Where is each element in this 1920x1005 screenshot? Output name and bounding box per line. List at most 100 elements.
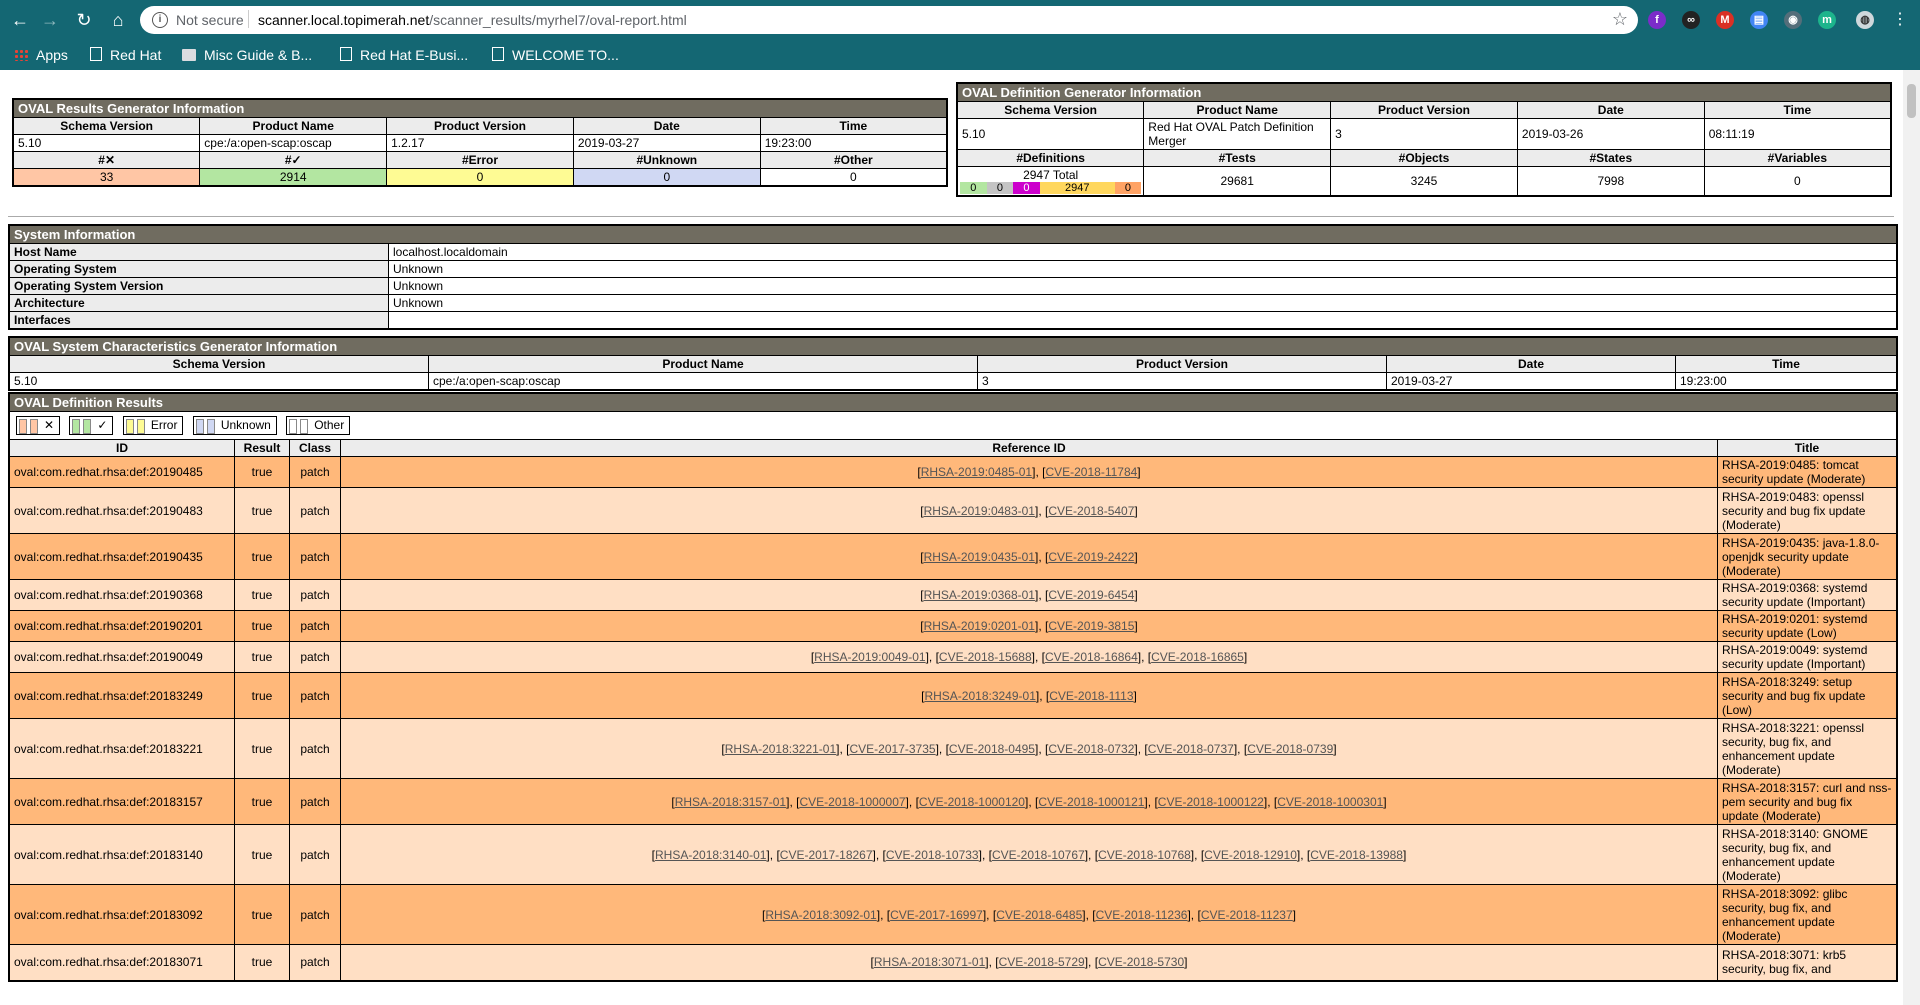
reference-link[interactable]: CVE-2019-6454: [1048, 588, 1134, 602]
defs-inventory: 0: [986, 182, 1014, 194]
reference-link[interactable]: CVE-2018-0737: [1148, 742, 1234, 756]
reference-link[interactable]: CVE-2018-1000301: [1277, 795, 1383, 809]
reference-link[interactable]: CVE-2019-3815: [1048, 619, 1134, 633]
reference-link[interactable]: RHSA-2019:0368-01: [924, 588, 1035, 602]
bookmark-star-icon[interactable]: ☆: [1612, 9, 1628, 30]
reference-link[interactable]: CVE-2017-18267: [780, 848, 873, 862]
definition-id: oval:com.redhat.rhsa:def:20183140: [8, 824, 235, 885]
reference-link[interactable]: CVE-2018-11237: [1201, 908, 1293, 922]
legend-error[interactable]: Error: [122, 416, 184, 435]
bookmark-red-hat[interactable]: Red Hat: [90, 45, 161, 65]
calendar-icon[interactable]: ▤: [1750, 11, 1768, 29]
bookmark-welcome[interactable]: WELCOME TO...: [492, 45, 619, 65]
reference-link[interactable]: CVE-2018-0739: [1247, 742, 1333, 756]
date: 2019-03-27: [572, 134, 761, 152]
reference-link[interactable]: CVE-2018-0495: [949, 742, 1035, 756]
reference-link[interactable]: CVE-2017-3735: [850, 742, 936, 756]
info-icon[interactable]: i: [152, 12, 168, 28]
legend-true[interactable]: ✓: [69, 416, 114, 435]
reference-link[interactable]: CVE-2018-16864: [1045, 650, 1138, 664]
legend-swatch: [72, 419, 81, 434]
forward-arrow-icon[interactable]: →: [38, 8, 62, 32]
reference-link[interactable]: CVE-2018-5729: [999, 955, 1085, 969]
bookmark-red-hat-ebusiness[interactable]: Red Hat E-Busi...: [340, 45, 468, 65]
reference-ids: [RHSA-2019:0485-01], [CVE-2018-11784]: [340, 456, 1718, 488]
back-arrow-icon[interactable]: ←: [8, 8, 32, 32]
defs-patch: 2947: [1039, 182, 1115, 194]
page-scrollbar[interactable]: [1903, 70, 1920, 1005]
reference-link[interactable]: CVE-2018-13988: [1310, 848, 1403, 862]
reference-link[interactable]: CVE-2018-1113: [1049, 689, 1133, 703]
definition-id: oval:com.redhat.rhsa:def:20183221: [8, 718, 235, 779]
reference-ids: [RHSA-2018:3140-01], [CVE-2017-18267], […: [340, 824, 1718, 885]
definition-title: RHSA-2019:0368: systemd security update …: [1717, 579, 1898, 611]
bookmark-label: Red Hat E-Busi...: [360, 47, 469, 63]
reference-link[interactable]: CVE-2018-1000122: [1158, 795, 1264, 809]
reference-link[interactable]: RHSA-2019:0201-01: [924, 619, 1035, 633]
firefox-sync-icon[interactable]: f: [1648, 11, 1666, 29]
reference-link[interactable]: CVE-2018-5730: [1098, 955, 1184, 969]
not-secure-label: Not secure: [176, 12, 244, 28]
time: 08:11:19: [1703, 118, 1892, 150]
reference-link[interactable]: CVE-2018-10767: [992, 848, 1085, 862]
reference-link[interactable]: CVE-2019-2422: [1048, 550, 1134, 564]
reference-link[interactable]: CVE-2018-1000120: [919, 795, 1025, 809]
reference-link[interactable]: RHSA-2019:0435-01: [924, 550, 1035, 564]
legend-unknown[interactable]: Unknown: [192, 416, 277, 435]
class-value: patch: [289, 610, 341, 642]
home-icon[interactable]: ⌂: [106, 8, 130, 32]
reference-link[interactable]: RHSA-2018:3221-01: [725, 742, 836, 756]
definition-title: RHSA-2018:3249: setup security and bug f…: [1717, 672, 1898, 719]
reference-link[interactable]: RHSA-2018:3249-01: [924, 689, 1035, 703]
reference-link[interactable]: CVE-2018-15688: [939, 650, 1032, 664]
column-header-title: Title: [1717, 439, 1898, 457]
reference-link[interactable]: RHSA-2018:3071-01: [874, 955, 985, 969]
reference-link[interactable]: RHSA-2019:0485-01: [921, 465, 1032, 479]
reference-link[interactable]: RHSA-2019:0483-01: [924, 504, 1035, 518]
pin-icon[interactable]: ◉: [1784, 11, 1802, 29]
bookmark-label: Apps: [36, 47, 68, 63]
reference-link[interactable]: CVE-2018-12910: [1204, 848, 1297, 862]
legend-false[interactable]: ✕: [16, 416, 61, 435]
objects-count: 3245: [1330, 166, 1518, 197]
gmail-icon[interactable]: M: [1716, 11, 1734, 29]
reload-icon[interactable]: ↻: [72, 8, 96, 32]
reference-link[interactable]: CVE-2017-16997: [890, 908, 983, 922]
system-information-table: System Information Host Name localhost.lo…: [8, 224, 1898, 330]
scrollbar-thumb[interactable]: [1907, 84, 1916, 118]
reference-link[interactable]: CVE-2018-6485: [996, 908, 1082, 922]
address-bar[interactable]: i Not secure scanner.local.topimerah.net…: [140, 6, 1638, 34]
reference-link[interactable]: CVE-2018-1000007: [799, 795, 905, 809]
reference-ids: [RHSA-2019:0368-01], [CVE-2019-6454]: [340, 579, 1718, 611]
reference-link[interactable]: CVE-2018-1000121: [1038, 795, 1144, 809]
definition-title: RHSA-2018:3157: curl and nss-pem securit…: [1717, 778, 1898, 825]
count-header-true: #✓: [199, 151, 388, 169]
octopus-icon[interactable]: ∞: [1682, 11, 1700, 29]
reference-link[interactable]: RHSA-2019:0049-01: [814, 650, 925, 664]
reference-link[interactable]: CVE-2018-11784: [1045, 465, 1137, 479]
bookmark-apps[interactable]: Apps: [14, 45, 68, 65]
reference-link[interactable]: CVE-2018-5407: [1048, 504, 1134, 518]
reference-ids: [RHSA-2018:3157-01], [CVE-2018-1000007],…: [340, 778, 1718, 825]
menu-kebab-icon[interactable]: ⋮: [1888, 8, 1912, 32]
bookmark-misc-guide[interactable]: Misc Guide & B...: [182, 45, 312, 65]
legend-other[interactable]: Other: [286, 416, 351, 435]
reference-link[interactable]: RHSA-2018:3092-01: [765, 908, 876, 922]
table-row: oval:com.redhat.rhsa:def:20183157 true pat…: [8, 778, 1898, 825]
count-header-other: #Other: [759, 151, 948, 169]
reference-link[interactable]: CVE-2018-11236: [1096, 908, 1188, 922]
reference-link[interactable]: CVE-2018-10733: [886, 848, 979, 862]
profile-avatar[interactable]: ◍: [1856, 11, 1874, 29]
reference-link[interactable]: CVE-2018-16865: [1151, 650, 1244, 664]
definition-id: oval:com.redhat.rhsa:def:20183157: [8, 778, 235, 825]
reference-link[interactable]: RHSA-2018:3157-01: [675, 795, 786, 809]
table-row: oval:com.redhat.rhsa:def:20190201 true pat…: [8, 610, 1898, 642]
reference-link[interactable]: CVE-2018-0732: [1048, 742, 1134, 756]
definition-id: oval:com.redhat.rhsa:def:20183092: [8, 884, 235, 945]
url-text[interactable]: scanner.local.topimerah.net/scanner_resu…: [258, 12, 687, 28]
result-legend: ✕ ✓ Error Unknown Other: [8, 411, 1898, 440]
table-row: oval:com.redhat.rhsa:def:20190368 true pat…: [8, 579, 1898, 611]
m-icon[interactable]: m: [1818, 11, 1836, 29]
reference-link[interactable]: RHSA-2018:3140-01: [655, 848, 766, 862]
reference-link[interactable]: CVE-2018-10768: [1098, 848, 1191, 862]
